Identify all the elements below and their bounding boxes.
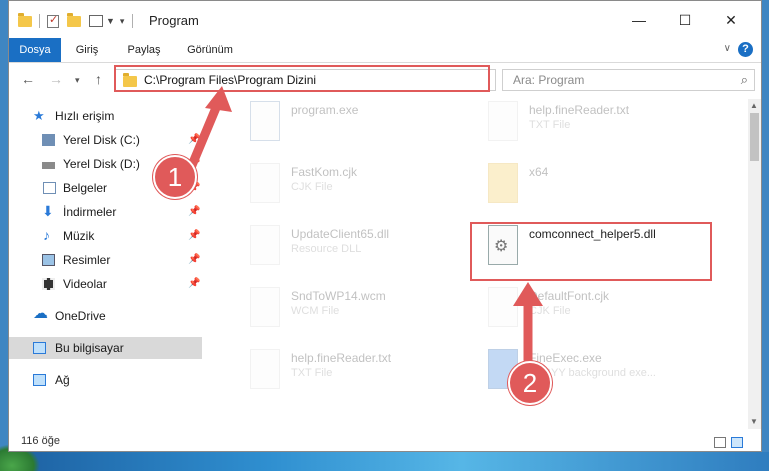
quick-access-toolbar: ▼ ▾ bbox=[18, 12, 134, 29]
title-bar: ▼ ▾ Program — ☐ ✕ bbox=[9, 1, 761, 38]
drive-icon bbox=[42, 134, 55, 146]
pin-icon[interactable]: 📌 bbox=[188, 273, 200, 295]
file-icon bbox=[488, 287, 518, 327]
maximize-button[interactable]: ☐ bbox=[662, 6, 708, 34]
search-placeholder: Ara: Program bbox=[513, 73, 585, 87]
view-properties-icon[interactable] bbox=[89, 15, 103, 27]
file-highlight-box bbox=[470, 222, 712, 281]
desktop-background bbox=[0, 452, 769, 471]
properties-check-icon[interactable] bbox=[47, 13, 59, 28]
large-icons-view-icon[interactable] bbox=[731, 437, 743, 448]
scrollbar-thumb[interactable] bbox=[750, 113, 759, 161]
help-icon[interactable]: ? bbox=[738, 42, 753, 57]
sidebar-item-muzik[interactable]: ♪ Müzik 📌 bbox=[9, 225, 202, 247]
list-item[interactable]: x64 bbox=[472, 163, 712, 213]
list-item[interactable]: FineExec.exe ABBYY background exe... bbox=[472, 349, 712, 399]
toolbar-divider bbox=[132, 14, 134, 28]
sidebar-item-videolar[interactable]: Videolar 📌 bbox=[9, 273, 202, 295]
folder-icon bbox=[488, 163, 518, 203]
pin-icon[interactable]: 📌 bbox=[188, 201, 200, 223]
list-item[interactable]: UpdateClient65.dll Resource DLL bbox=[234, 225, 474, 275]
chevron-down-icon[interactable]: ▼ bbox=[106, 16, 115, 26]
drive-icon bbox=[42, 162, 55, 169]
download-icon: ⬇ bbox=[42, 203, 54, 219]
sidebar-item-onedrive[interactable]: ☁ OneDrive bbox=[9, 305, 202, 327]
window-title: Program bbox=[149, 13, 199, 28]
recent-locations-icon[interactable]: ▾ bbox=[75, 75, 80, 86]
back-arrow-icon[interactable]: ← bbox=[21, 71, 35, 87]
star-icon: ★ bbox=[33, 108, 45, 123]
tab-dosya[interactable]: Dosya bbox=[9, 38, 61, 62]
text-file-icon bbox=[488, 101, 518, 141]
sidebar-item-bu-bilgisayar[interactable]: Bu bilgisayar bbox=[9, 337, 202, 359]
search-icon[interactable]: ⌕ bbox=[741, 72, 748, 88]
tab-giris[interactable]: Giriş bbox=[61, 38, 113, 62]
documents-icon bbox=[43, 182, 56, 194]
expand-ribbon-icon[interactable]: ∨ bbox=[724, 43, 731, 54]
pin-icon[interactable]: 📌 bbox=[188, 249, 200, 271]
tab-paylas[interactable]: Paylaş bbox=[116, 38, 172, 62]
network-icon bbox=[33, 374, 46, 386]
status-bar: 116 öğe bbox=[9, 433, 761, 451]
up-arrow-icon[interactable]: ↑ bbox=[95, 71, 102, 87]
pictures-icon bbox=[42, 254, 55, 266]
scroll-down-icon[interactable]: ▼ bbox=[750, 417, 758, 426]
details-view-icon[interactable] bbox=[714, 437, 726, 448]
pin-icon[interactable]: 📌 bbox=[188, 225, 200, 247]
sidebar-item-quick-access[interactable]: ★ Hızlı erişim bbox=[9, 105, 202, 127]
list-item[interactable]: FastKom.cjk CJK File bbox=[234, 163, 474, 213]
list-item[interactable]: SndToWP14.wcm WCM File bbox=[234, 287, 474, 337]
vertical-scrollbar[interactable]: ▲ ▼ bbox=[748, 99, 761, 429]
computer-icon bbox=[33, 342, 46, 354]
file-icon bbox=[250, 163, 280, 203]
folder-icon[interactable] bbox=[18, 12, 32, 27]
list-item[interactable]: help.fineReader.txt TXT File bbox=[472, 101, 712, 151]
music-icon: ♪ bbox=[43, 227, 50, 243]
minimize-button[interactable]: — bbox=[616, 6, 662, 34]
ribbon-tabs: Dosya Giriş Paylaş Görünüm ∨ ? bbox=[9, 38, 761, 63]
sidebar-item-resimler[interactable]: Resimler 📌 bbox=[9, 249, 202, 271]
item-count: 116 öğe bbox=[21, 435, 60, 447]
step-2-badge: 2 bbox=[508, 361, 552, 405]
list-item[interactable]: program.exe bbox=[234, 101, 474, 151]
step-1-badge: 1 bbox=[153, 155, 197, 199]
toolbar-divider bbox=[39, 14, 40, 28]
scroll-up-icon[interactable]: ▲ bbox=[750, 101, 758, 110]
dll-file-icon bbox=[250, 225, 280, 265]
customize-toolbar-icon[interactable]: ▾ bbox=[120, 16, 125, 27]
video-icon bbox=[42, 278, 55, 290]
list-item[interactable]: DefaultFont.cjk CJK File bbox=[472, 287, 712, 337]
pin-icon[interactable]: 📌 bbox=[188, 129, 200, 151]
list-item[interactable]: help.fineReader.txt TXT File bbox=[234, 349, 474, 399]
file-icon bbox=[250, 287, 280, 327]
exe-file-icon bbox=[250, 101, 280, 141]
close-button[interactable]: ✕ bbox=[708, 6, 754, 34]
cloud-icon: ☁ bbox=[33, 305, 48, 322]
navigation-pane: ★ Hızlı erişim Yerel Disk (C:) 📌 Yerel D… bbox=[9, 101, 209, 431]
sidebar-item-drive-c[interactable]: Yerel Disk (C:) 📌 bbox=[9, 129, 202, 151]
sidebar-item-ag[interactable]: Ağ bbox=[9, 369, 202, 391]
sidebar-item-indirmeler[interactable]: ⬇ İndirmeler 📌 bbox=[9, 201, 202, 223]
forward-arrow-icon[interactable]: → bbox=[49, 71, 63, 87]
text-file-icon bbox=[250, 349, 280, 389]
tab-gorunum[interactable]: Görünüm bbox=[177, 38, 243, 62]
address-highlight-box bbox=[114, 65, 490, 92]
search-input[interactable]: Ara: Program ⌕ bbox=[502, 69, 755, 91]
new-folder-icon[interactable] bbox=[67, 12, 81, 27]
